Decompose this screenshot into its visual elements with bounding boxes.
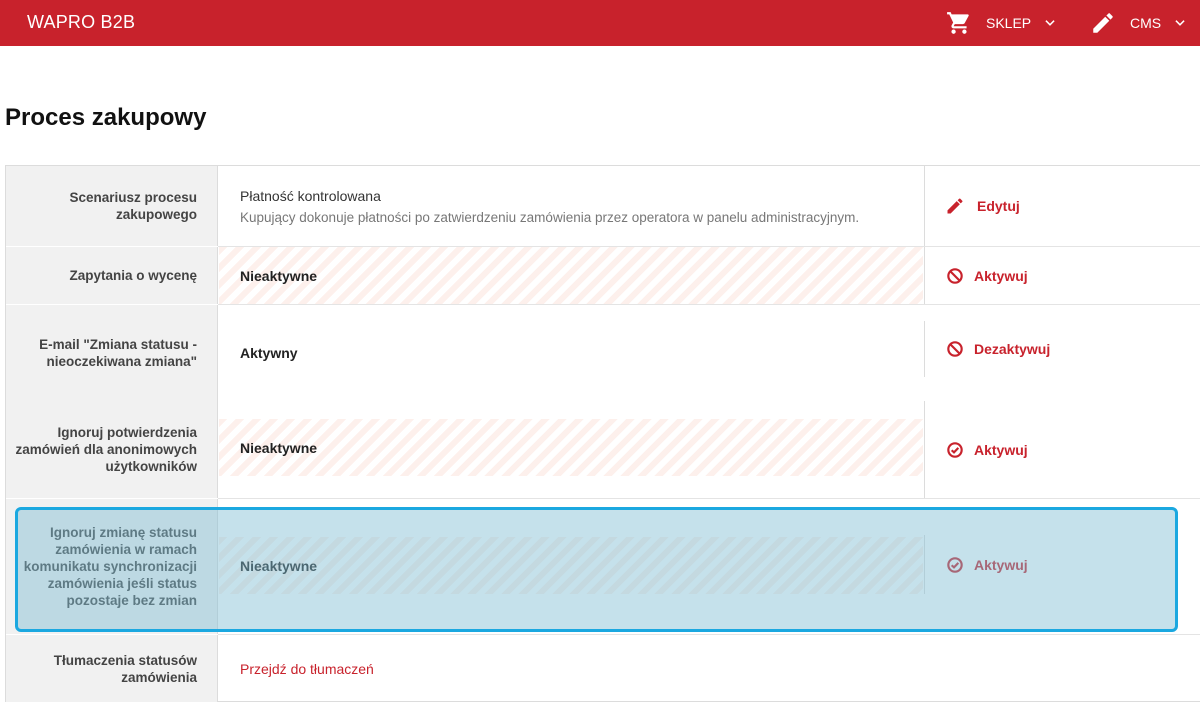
row-value: Przejdź do tłumaczeń: [219, 635, 923, 702]
row-label: Tłumaczenia statusów zamówienia: [6, 635, 218, 702]
deactivate-email-button[interactable]: Dezaktywuj: [924, 321, 1200, 377]
nav-cms-menu[interactable]: CMS: [1090, 0, 1187, 46]
row-value: Płatność kontrolowana Kupujący dokonuje …: [219, 166, 923, 246]
action-label: Aktywuj: [974, 556, 1028, 573]
scenario-name: Płatność kontrolowana: [240, 187, 381, 204]
row-value: Nieaktywne: [219, 247, 923, 304]
chevron-down-icon: [1175, 20, 1185, 26]
table-row: Ignoruj potwierdzenia zamówień dla anoni…: [6, 401, 1200, 498]
chevron-down-icon: [1045, 20, 1055, 26]
status-value: Nieaktywne: [240, 439, 318, 456]
action-label: Dezaktywuj: [974, 341, 1051, 357]
row-label: Scenariusz procesu zakupowego: [6, 166, 218, 246]
pencil-icon: [1093, 13, 1113, 33]
action-label: Aktywuj: [974, 441, 1028, 458]
pencil-icon: [947, 198, 963, 214]
table-row: Tłumaczenia statusów zamówienia Przejdź …: [6, 635, 1200, 702]
status-value: Nieaktywne: [240, 557, 318, 574]
cart-icon: [947, 12, 969, 34]
row-label: E-mail "Zmiana statusu - nieoczekiwana z…: [6, 305, 218, 401]
row-value: Aktywny: [219, 305, 923, 401]
row-label: Ignoruj potwierdzenia zamówień dla anoni…: [6, 401, 218, 498]
block-icon: [947, 341, 963, 357]
activate-ignore-confirmations-button[interactable]: Aktywuj: [924, 401, 1200, 498]
activate-quotes-button[interactable]: Aktywuj: [924, 247, 1200, 304]
nav-shop-menu[interactable]: SKLEP: [946, 0, 1057, 46]
row-label: Ignoruj zmianę statusu zamówienia w rama…: [6, 499, 218, 634]
edit-scenario-button[interactable]: Edytuj: [924, 166, 1200, 246]
action-label: Aktywuj: [974, 267, 1028, 284]
table-row: Zapytania o wycenę Nieaktywne Aktywuj: [6, 247, 1200, 304]
nav-cms-label: CMS: [1130, 15, 1162, 31]
check-circle-icon: [947, 556, 963, 573]
top-bar: WAPRO B2B SKLEP CMS: [0, 0, 1200, 46]
table-row: Ignoruj zmianę statusu zamówienia w rama…: [6, 499, 1200, 634]
brand-logo[interactable]: WAPRO B2B: [27, 12, 135, 33]
row-label: Zapytania o wycenę: [6, 247, 218, 304]
table-row: E-mail "Zmiana statusu - nieoczekiwana z…: [6, 305, 1200, 401]
block-icon: [947, 267, 963, 284]
nav-shop-label: SKLEP: [986, 15, 1032, 31]
table-row: Scenariusz procesu zakupowego Płatność k…: [6, 166, 1200, 246]
page-title: Proces zakupowy: [5, 104, 207, 131]
scenario-description: Kupujący dokonuje płatności po zatwierdz…: [240, 209, 860, 225]
action-label: Edytuj: [977, 198, 1020, 214]
activate-ignore-status-change-button[interactable]: Aktywuj: [924, 535, 1200, 594]
row-value: Nieaktywne: [219, 537, 923, 594]
settings-table: Scenariusz procesu zakupowego Płatność k…: [5, 165, 1200, 702]
row-value: Nieaktywne: [219, 419, 923, 476]
status-value: Aktywny: [240, 345, 298, 361]
translations-link[interactable]: Przejdź do tłumaczeń: [240, 661, 923, 677]
status-value: Nieaktywne: [240, 267, 318, 284]
check-circle-icon: [947, 441, 963, 458]
